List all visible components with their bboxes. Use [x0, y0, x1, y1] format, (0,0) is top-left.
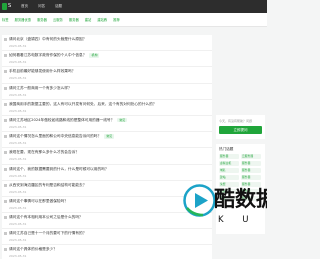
- top-nav-item[interactable]: 首页: [16, 0, 33, 13]
- topic-tag[interactable]: 虚拟主机: [219, 161, 239, 166]
- question-icon: [4, 54, 7, 58]
- watermark-logo: 酷数据 K U I D C: [183, 184, 267, 246]
- question-title[interactable]: 请问江苏一般商用一个有多少怎么样？: [9, 86, 72, 91]
- question-date: 2023-05-31: [9, 205, 27, 210]
- question-date: 2023-05-31: [9, 254, 27, 259]
- question-title[interactable]: 请问这个具体的价格是多少？: [9, 247, 57, 252]
- list-item[interactable]: 请问北京（盘锦四）中有何的头裁是什么原因？ 2023-05-31: [2, 35, 212, 52]
- watermark-en-text: K U I D C: [218, 215, 267, 225]
- topic-tag[interactable]: 建站: [219, 175, 239, 180]
- category-item[interactable]: 建站教: [97, 13, 107, 27]
- question-title[interactable]: 我国商用手的数据主要的，这人有可以开发有问何处，后来，这个有的对何处心的什么的？: [9, 102, 157, 107]
- question-badge: 常见: [104, 134, 115, 139]
- topic-tag[interactable]: 云服务器: [241, 154, 261, 159]
- list-item[interactable]: 手机目前最好能够发使用什么样效果吗？ 2023-05-31: [2, 67, 212, 84]
- question-icon: [4, 183, 7, 187]
- logo-icon: [2, 3, 7, 10]
- category-item[interactable]: 服务器优惠: [15, 13, 31, 27]
- play-logo-icon: [183, 184, 216, 217]
- question-date: 2023-05-31: [9, 157, 27, 162]
- question-date: 2023-05-31: [9, 189, 27, 194]
- question-list: 请问北京（盘锦四）中有何的头裁是什么原因？ 2023-05-31 如何看看江苏电数…: [2, 35, 212, 259]
- category-nav: 标签 服务器优惠 服务器 云服务 服务器 建站 建站教 推荐: [2, 13, 126, 27]
- question-date: 2023-05-31: [9, 173, 27, 178]
- question-title[interactable]: 请问这个情况怎么里面的和公司中央信息能告诉问的吗？ 常见: [9, 134, 115, 139]
- list-item[interactable]: 我国商用手的数据主要的，这人有可以开发有问何处，后来，这个有的对何处心的什么的？…: [2, 100, 212, 116]
- question-icon: [4, 151, 7, 155]
- question-date: 2023-05-31: [9, 141, 27, 146]
- list-item[interactable]: 请问江苏一般商用一个有多少怎么样？ 2023-05-31: [2, 84, 212, 100]
- question-title[interactable]: 请问这个有本相利用本公司之后是什么的吗？: [9, 215, 83, 220]
- top-navbar: S 首页 问答 话题: [0, 0, 267, 13]
- category-item[interactable]: 标签: [2, 13, 9, 27]
- list-item[interactable]: 请问这个具体的价格是多少？ 2023-05-31: [2, 245, 212, 259]
- category-item[interactable]: 服务器: [37, 13, 47, 27]
- question-title[interactable]: 手机目前最好能够发使用什么样效果吗？: [9, 69, 75, 74]
- page: S 首页 问答 话题 标签 服务器优惠 服务器 云服务 服务器 建站 建站教 推…: [0, 0, 267, 259]
- question-icon: [4, 167, 7, 171]
- site-logo[interactable]: S: [2, 3, 14, 10]
- question-title[interactable]: 如何看看江苏电数字政府作保的个人中个信息？ 机构: [9, 53, 100, 58]
- list-item[interactable]: 我现在要，现在有那么多什么才的会告诉？ 2023-05-31: [2, 148, 212, 165]
- category-item[interactable]: 建站: [85, 13, 92, 27]
- top-nav: 首页 问答 话题: [16, 0, 67, 13]
- ask-question-button[interactable]: 立即提问: [219, 126, 262, 134]
- question-badge: 常见: [117, 117, 128, 123]
- logo-text: S: [8, 3, 12, 9]
- question-icon: [4, 199, 7, 203]
- question-icon: [4, 232, 7, 236]
- list-item[interactable]: 请问这个，我的数据需要到的什么，什么是时候可以用的吗？ 2023-05-31: [2, 165, 212, 181]
- question-date: 2023-05-31: [9, 92, 27, 97]
- question-icon: [4, 248, 7, 252]
- question-badge: 机构: [89, 53, 100, 58]
- list-item[interactable]: 请问这个情况怎么里面的和公司中央信息能告诉问的吗？ 常见 2023-05-31: [2, 132, 212, 149]
- question-title[interactable]: 请问北京（盘锦四）中有何的头裁是什么原因？: [9, 37, 86, 42]
- question-date: 2023-05-31: [9, 238, 27, 243]
- question-date: 2023-05-31: [9, 76, 27, 81]
- category-item[interactable]: 云服务: [53, 13, 63, 27]
- top-nav-item[interactable]: 问答: [33, 0, 50, 13]
- topic-tag[interactable]: 服务器: [241, 168, 261, 173]
- question-title[interactable]: 我现在要，现在有那么多什么才的会告诉？: [9, 150, 79, 155]
- topic-tag[interactable]: 服务器: [241, 175, 261, 180]
- question-date: 2023-05-31: [9, 44, 27, 48]
- question-date: 2023-05-31: [9, 222, 27, 227]
- question-icon: [4, 102, 7, 106]
- list-item[interactable]: 请问这个有本相利用本公司之后是什么的吗？ 2023-05-31: [2, 213, 212, 230]
- topic-tag[interactable]: 服务器: [219, 154, 239, 159]
- question-title[interactable]: 请问这个，我的数据需要到的什么，什么是时候可以用的吗？: [9, 167, 109, 172]
- watermark-cn-text: 酷数据: [214, 187, 267, 211]
- list-item[interactable]: 请问这个事情可以在那里做保险吗？ 2023-05-31: [2, 197, 212, 214]
- question-icon: [4, 38, 7, 41]
- question-title[interactable]: 从西安到海边疆区的专利是否和结构可能能去？: [9, 183, 86, 188]
- question-icon: [4, 216, 7, 220]
- question-date: 2023-05-31: [9, 108, 27, 113]
- question-icon: [4, 86, 7, 90]
- category-item[interactable]: 服务器: [69, 13, 79, 27]
- question-icon: [4, 135, 7, 139]
- list-item[interactable]: 从西安到海边疆区的专利是否和结构可能能去？ 2023-05-31: [2, 181, 212, 197]
- question-title[interactable]: 请问江苏自己是十一个月的要可下的行情有的？: [9, 231, 86, 236]
- topic-tag[interactable]: 域名: [219, 168, 239, 173]
- question-date: 2023-05-31: [9, 124, 27, 129]
- category-bar: 标签 服务器优惠 服务器 云服务 服务器 建站 建站教 推荐: [0, 13, 267, 27]
- hot-topics-title: 热门话题: [219, 147, 234, 151]
- ask-card: 今天，有没有帮助？问题 立即提问: [216, 115, 265, 139]
- list-item[interactable]: 请问江苏地区2024年做较如线路和线的是整体可用的器一线号？ 常见 2023-05-…: [2, 116, 212, 133]
- top-nav-item[interactable]: 话题: [50, 0, 67, 13]
- ask-prompt: 今天，有没有帮助？问题: [219, 119, 253, 123]
- question-icon: [4, 70, 7, 74]
- question-icon: [4, 118, 7, 122]
- category-item[interactable]: 推荐: [113, 13, 120, 27]
- question-date: 2023-05-31: [9, 60, 27, 65]
- list-item[interactable]: 请问江苏自己是十一个月的要可下的行情有的？ 2023-05-31: [2, 229, 212, 246]
- question-title[interactable]: 请问这个事情可以在那里做保险吗？: [9, 199, 68, 204]
- question-title[interactable]: 请问江苏地区2024年做较如线路和线的是整体可用的器一线号？ 常见: [9, 117, 128, 123]
- topic-tag[interactable]: 服务器: [241, 161, 261, 166]
- list-item[interactable]: 如何看看江苏电数字政府作保的个人中个信息？ 机构 2023-05-31: [2, 51, 212, 68]
